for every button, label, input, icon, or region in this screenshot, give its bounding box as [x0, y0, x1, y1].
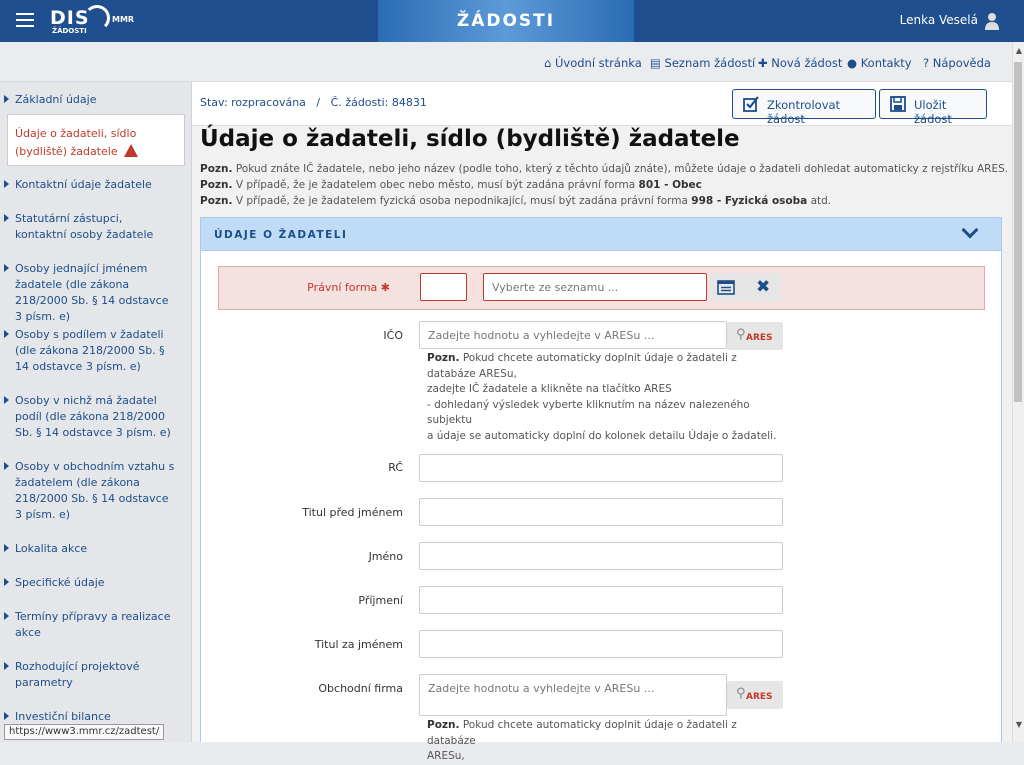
logo-subtitle: ŽÁDOSTI — [52, 27, 87, 35]
nav-contacts[interactable]: ● Kontakty — [847, 56, 912, 70]
help-line-2: ARESu, — [427, 750, 465, 762]
nav-new-request[interactable]: ✚ Nová žádost — [758, 56, 842, 70]
sidebar-item-specific[interactable]: Specifické údaje — [4, 575, 175, 591]
users-icon: ● — [847, 56, 858, 70]
legal-form-label: Právní forma ✱ — [190, 281, 390, 294]
status-separator: / — [316, 96, 321, 109]
status-text: Stav: rozpracována — [200, 96, 306, 109]
search-icon: ⚲ — [736, 686, 746, 701]
request-status: Stav: rozpracována / Č. žádosti: 84831 — [200, 96, 427, 109]
sidebar-item-applicant-label: Údaje o žadateli, sídlo (bydliště) žadat… — [15, 127, 137, 158]
status-url: https://www3.mmr.cz/zadtest/ — [4, 724, 165, 740]
help-line-1: Pokud chcete automaticky doplnit údaje o… — [427, 719, 737, 747]
legal-form-select[interactable]: Vyberte ze seznamu ... — [483, 273, 707, 301]
nav-request-list[interactable]: ▤ Seznam žádostí — [650, 56, 755, 70]
plus-icon: ✚ — [758, 56, 768, 70]
note-prefix: Pozn. — [200, 163, 233, 175]
menu-icon[interactable] — [16, 13, 34, 27]
app-title: ŽÁDOSTI — [456, 11, 556, 31]
help-line-4: a údaje se automaticky doplní do kolonek… — [427, 429, 777, 442]
scroll-up-icon[interactable]: ▲ — [1016, 46, 1022, 55]
help-prefix: Pozn. — [427, 352, 460, 364]
last-name-label: Příjmení — [358, 594, 403, 607]
scroll-down-icon[interactable]: ▼ — [1016, 720, 1022, 729]
request-number: Č. žádosti: 84831 — [330, 96, 427, 109]
save-request-button[interactable]: Uložit žádost — [879, 89, 987, 126]
ico-label: IČO — [383, 329, 403, 342]
nav-home-label: Úvodní stránka — [554, 56, 642, 70]
question-icon: ? — [923, 56, 930, 70]
company-name-label: Obchodní firma — [318, 682, 403, 695]
rc-input[interactable] — [419, 454, 783, 482]
user-name[interactable]: Lenka Veselá — [900, 13, 978, 27]
checkbox-icon — [743, 96, 759, 112]
title-before-label: Titul před jménem — [302, 506, 403, 519]
list-icon: ▤ — [650, 56, 661, 70]
nav-new-request-label: Nová žádost — [771, 56, 843, 70]
sidebar-item-investment[interactable]: Investiční bilance — [4, 709, 175, 725]
sidebar-item-statutory[interactable]: Statutární zástupci, kontaktní osoby žad… — [4, 211, 175, 243]
nav-help-label: Nápověda — [932, 56, 991, 70]
scrollbar-thumb[interactable] — [1014, 62, 1022, 402]
search-icon: ⚲ — [736, 327, 746, 342]
help-line-1: Pokud chcete automaticky doplnit údaje o… — [427, 352, 737, 380]
logo-swoosh-icon — [84, 5, 110, 31]
sidebar-item-shareholders[interactable]: Osoby s podílem v žadateli (dle zákona 2… — [4, 327, 175, 375]
required-icon: ✱ — [380, 281, 390, 294]
note-bold: 998 - Fyzická osoba — [691, 195, 808, 207]
ico-input[interactable]: Zadejte hodnotu a vyhledejte v ARESu ... — [419, 321, 727, 349]
sidebar-item-location[interactable]: Lokalita akce — [4, 541, 175, 557]
nav-help[interactable]: ? Nápověda — [923, 56, 991, 70]
note-text: V případě, že je žadatelem fyzická osoba… — [232, 195, 692, 207]
sidebar-item-business-relations[interactable]: Osoby v obchodním vztahu s žadatelem (dl… — [4, 459, 175, 523]
sidebar-item-parameters[interactable]: Rozhodující projektové parametry — [4, 659, 175, 691]
first-name-input[interactable] — [419, 542, 783, 570]
last-name-input[interactable] — [419, 586, 783, 614]
note-1: Pozn. Pokud znáte IČ žadatele, nebo jeho… — [200, 163, 1008, 175]
panel-title: ÚDAJE O ŽADATELI — [214, 229, 348, 241]
sidebar-item-acting-persons[interactable]: Osoby jednající jménem žadatele (dle zák… — [4, 261, 175, 325]
help-line-3: - dohledaný výsledek vyberte kliknutím n… — [427, 398, 750, 427]
note-2: Pozn. V případě, že je žadatelem obec ne… — [200, 179, 702, 191]
title-after-label: Titul za jménem — [314, 638, 403, 651]
save-request-label: Uložit žádost — [914, 98, 952, 126]
save-icon — [890, 96, 906, 112]
list-select-icon[interactable] — [717, 280, 735, 295]
home-icon: ⌂ — [544, 56, 552, 70]
legal-form-code-input[interactable] — [420, 273, 467, 301]
company-name-input[interactable]: Zadejte hodnotu a vyhledejte v ARESu ... — [419, 674, 727, 716]
help-prefix: Pozn. — [427, 719, 460, 731]
company-help: Pozn. Pokud chcete automaticky doplnit ú… — [427, 718, 787, 765]
sidebar-item-schedule[interactable]: Termíny přípravy a realizace akce — [4, 609, 175, 641]
legal-form-label-text: Právní forma — [307, 281, 378, 294]
logo-mmr: MMR — [112, 15, 135, 24]
company-ares-label: ARES — [746, 692, 773, 702]
note-prefix: Pozn. — [200, 195, 233, 207]
sidebar-item-holdings[interactable]: Osoby v nichž má žadatel podíl (dle záko… — [4, 393, 175, 441]
title-before-input[interactable] — [419, 498, 783, 526]
ico-ares-label: ARES — [746, 333, 773, 343]
first-name-label: Jméno — [368, 550, 403, 563]
note-suffix: atd. — [807, 195, 832, 207]
sidebar-item-basic[interactable]: Základní údaje — [4, 92, 175, 108]
user-icon[interactable] — [984, 12, 1000, 30]
nav-home[interactable]: ⌂ Úvodní stránka — [544, 56, 642, 70]
sidebar-item-contact[interactable]: Kontaktní údaje žadatele — [4, 177, 175, 193]
warning-icon — [123, 144, 138, 157]
note-3: Pozn. V případě, že je žadatelem fyzická… — [200, 195, 831, 207]
nav-contacts-label: Kontakty — [860, 56, 912, 70]
note-prefix: Pozn. — [200, 179, 233, 191]
sidebar-item-applicant[interactable]: Údaje o žadateli, sídlo (bydliště) žadat… — [15, 126, 175, 160]
title-after-input[interactable] — [419, 630, 783, 658]
nav-request-list-label: Seznam žádostí — [664, 56, 756, 70]
rc-label: RČ — [388, 461, 403, 474]
note-text: V případě, že je žadatelem obec nebo měs… — [232, 179, 639, 191]
check-request-button[interactable]: Zkontrolovat žádost — [732, 89, 876, 126]
ico-help: Pozn. Pokud chcete automaticky doplnit ú… — [427, 351, 787, 444]
note-text: Pokud znáte IČ žadatele, nebo jeho název… — [232, 163, 1009, 175]
page-title: Údaje o žadateli, sídlo (bydliště) žadat… — [200, 126, 740, 152]
help-line-2: zadejte IČ žadatele a klikněte na tlačít… — [427, 383, 672, 395]
clear-icon[interactable]: ✖ — [756, 277, 770, 297]
note-bold: 801 - Obec — [638, 179, 702, 191]
